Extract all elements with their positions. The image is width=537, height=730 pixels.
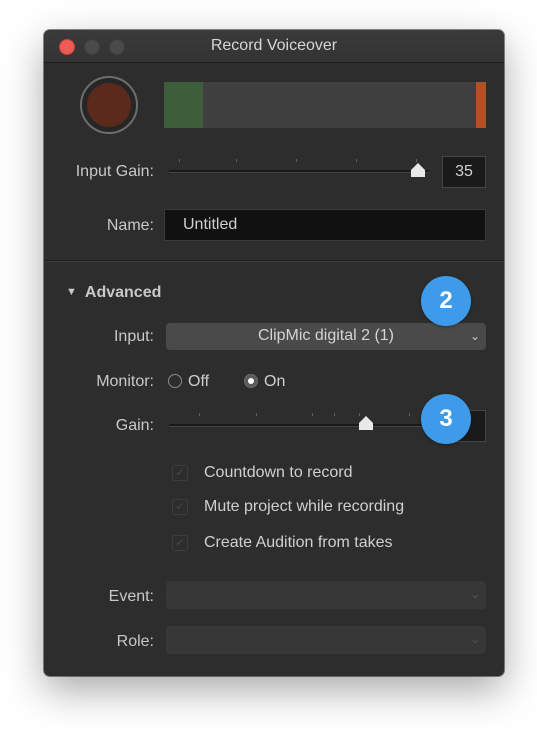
input-gain-slider-thumb[interactable] <box>410 163 426 177</box>
slider-tick <box>296 159 297 162</box>
slider-tick <box>179 159 180 162</box>
input-gain-slider[interactable] <box>169 159 429 173</box>
advanced-label: Advanced <box>84 284 162 301</box>
role-popup[interactable]: ⌄ <box>166 626 486 654</box>
callout-badge-3: 3 <box>421 394 471 444</box>
input-gain-value-field[interactable]: 35 <box>442 156 486 188</box>
event-popup[interactable]: ⌄ <box>166 581 486 609</box>
callout-badge-2: 2 <box>421 276 471 326</box>
window-title: Record Voiceover <box>210 37 338 54</box>
mute-project-label: Mute project while recording <box>204 498 405 515</box>
separator <box>44 260 504 262</box>
slider-tick <box>334 413 335 416</box>
record-icon <box>87 83 131 127</box>
input-device-value: ClipMic digital 2 (1) <box>257 327 395 344</box>
event-label: Event: <box>108 588 154 605</box>
checkbox-checked-icon: ✓ <box>172 499 188 515</box>
role-label: Role: <box>116 633 154 650</box>
checkbox-checked-icon: ✓ <box>172 465 188 481</box>
meter-peak-indicator <box>476 82 486 128</box>
slider-tick <box>256 413 257 416</box>
monitor-off-label: Off <box>188 373 210 390</box>
name-field[interactable]: Untitled <box>164 209 486 241</box>
monitor-label: Monitor: <box>96 373 154 390</box>
audio-level-meter <box>164 82 486 128</box>
gain-slider[interactable] <box>169 413 429 427</box>
slider-tick <box>356 159 357 162</box>
chevron-down-icon: ⌄ <box>469 329 480 343</box>
titlebar: Record Voiceover <box>44 30 504 63</box>
monitor-on-label: On <box>264 373 286 390</box>
disclosure-triangle-icon: ▼ <box>66 286 77 298</box>
chevron-down-icon: ⌄ <box>469 587 480 601</box>
meter-level-fill <box>164 82 203 128</box>
input-device-popup[interactable]: ClipMic digital 2 (1) ⌄ <box>166 323 486 350</box>
input-label: Input: <box>113 328 154 345</box>
gain-slider-thumb[interactable] <box>358 416 374 430</box>
slider-tick <box>416 159 417 162</box>
name-label: Name: <box>106 217 154 234</box>
slider-tick <box>199 413 200 416</box>
radio-off-icon <box>168 374 182 388</box>
countdown-label: Countdown to record <box>204 464 353 481</box>
slider-tick <box>409 413 410 416</box>
create-audition-label: Create Audition from takes <box>204 534 393 551</box>
advanced-disclosure[interactable]: ▼ Advanced <box>66 284 161 302</box>
record-button[interactable] <box>80 76 138 134</box>
slider-tick <box>236 159 237 162</box>
monitor-on-radio[interactable]: On <box>244 373 285 391</box>
radio-on-icon <box>244 374 258 388</box>
gain-label: Gain: <box>115 417 154 434</box>
monitor-off-radio[interactable]: Off <box>168 373 209 391</box>
checkbox-checked-icon: ✓ <box>172 535 188 551</box>
slider-tick <box>312 413 313 416</box>
input-gain-label: Input Gain: <box>75 163 154 180</box>
record-voiceover-window: Record Voiceover Input Gain: 35 Name: Un… <box>44 30 504 676</box>
chevron-down-icon: ⌄ <box>469 632 480 646</box>
